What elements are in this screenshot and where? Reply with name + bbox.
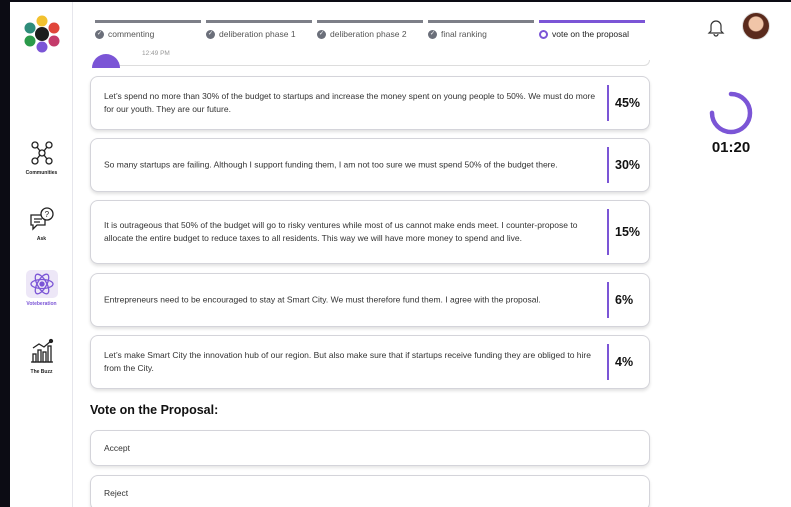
ask-icon: ? <box>29 207 54 231</box>
card-border <box>120 60 650 66</box>
proposal-text: Let’s make Smart City the innovation hub… <box>104 350 591 373</box>
reject-option[interactable]: Reject <box>90 475 650 507</box>
step-label: final ranking <box>441 29 487 39</box>
percentage-divider <box>607 209 609 255</box>
vote-section-title: Vote on the Proposal: <box>90 403 219 417</box>
step-label: commenting <box>108 29 155 39</box>
percentage-divider <box>607 344 609 380</box>
sidebar-item-the-buzz[interactable]: The Buzz <box>10 338 73 375</box>
communities-icon <box>30 141 53 165</box>
user-avatar[interactable] <box>742 12 770 40</box>
message-time: 12:49 PM <box>142 50 170 57</box>
sidebar: Communities ? Ask Voteberation The Buzz <box>10 2 73 507</box>
check-icon: ✓ <box>317 29 326 39</box>
proposal-text: It is outrageous that 50% of the budget … <box>104 220 578 243</box>
sidebar-item-label: The Buzz <box>30 369 53 375</box>
option-label: Reject <box>104 488 129 498</box>
proposal-card[interactable]: Let’s spend no more than 30% of the budg… <box>90 76 650 130</box>
proposal-percentage: 30% <box>615 158 641 172</box>
option-label: Accept <box>104 443 130 453</box>
buzz-icon <box>30 338 53 363</box>
svg-text:?: ? <box>44 210 49 219</box>
proposal-text: So many startups are failing. Although I… <box>104 159 558 170</box>
proposal-card[interactable]: Entrepreneurs need to be encouraged to s… <box>90 273 650 327</box>
sidebar-item-communities[interactable]: Communities <box>10 139 73 176</box>
step-label: deliberation phase 1 <box>219 29 296 39</box>
sidebar-item-voteberation[interactable]: Voteberation <box>10 270 73 307</box>
check-icon: ✓ <box>95 29 104 39</box>
step-label: deliberation phase 2 <box>330 29 407 39</box>
countdown-ring-icon <box>709 91 753 135</box>
proposal-text: Let’s spend no more than 30% of the budg… <box>104 91 596 114</box>
step-deliberation-phase-2[interactable]: ✓ deliberation phase 2 <box>317 20 423 42</box>
app-logo[interactable] <box>23 15 61 53</box>
percentage-divider <box>607 282 609 318</box>
countdown-timer: 01:20 <box>711 139 751 156</box>
proposal-percentage: 15% <box>615 225 641 239</box>
check-icon: ✓ <box>206 29 215 39</box>
sidebar-item-label: Ask <box>36 236 47 242</box>
proposal-card[interactable]: So many startups are failing. Although I… <box>90 138 650 192</box>
accept-option[interactable]: Accept <box>90 430 650 466</box>
step-final-ranking[interactable]: ✓ final ranking <box>428 20 534 42</box>
app-window: Communities ? Ask Voteberation The Buzz … <box>10 2 791 507</box>
sidebar-item-ask[interactable]: ? Ask <box>10 205 73 242</box>
proposal-percentage: 4% <box>615 355 634 369</box>
step-commenting[interactable]: ✓ commenting <box>95 20 201 42</box>
step-deliberation-phase-1[interactable]: ✓ deliberation phase 1 <box>206 20 312 42</box>
proposal-text: Entrepreneurs need to be encouraged to s… <box>104 294 541 305</box>
check-icon: ✓ <box>428 29 437 39</box>
partial-message-card: 12:49 PM <box>90 42 650 68</box>
proposal-card[interactable]: It is outrageous that 50% of the budget … <box>90 200 650 264</box>
voteberation-icon <box>29 273 54 295</box>
percentage-divider <box>607 85 609 121</box>
proposal-card[interactable]: Let’s make Smart City the innovation hub… <box>90 335 650 389</box>
proposal-percentage: 6% <box>615 293 634 307</box>
percentage-divider <box>607 147 609 183</box>
step-label: vote on the proposal <box>552 29 630 39</box>
avatar <box>92 54 120 68</box>
bell-icon[interactable] <box>705 16 727 38</box>
current-step-icon <box>539 29 548 39</box>
sidebar-item-label: Voteberation <box>26 301 57 307</box>
proposal-percentage: 45% <box>615 96 641 110</box>
step-vote-on-the-proposal[interactable]: vote on the proposal <box>539 20 645 42</box>
sidebar-item-label: Communities <box>25 170 58 176</box>
phase-stepper: ✓ commenting ✓ deliberation phase 1 ✓ de… <box>95 20 645 42</box>
